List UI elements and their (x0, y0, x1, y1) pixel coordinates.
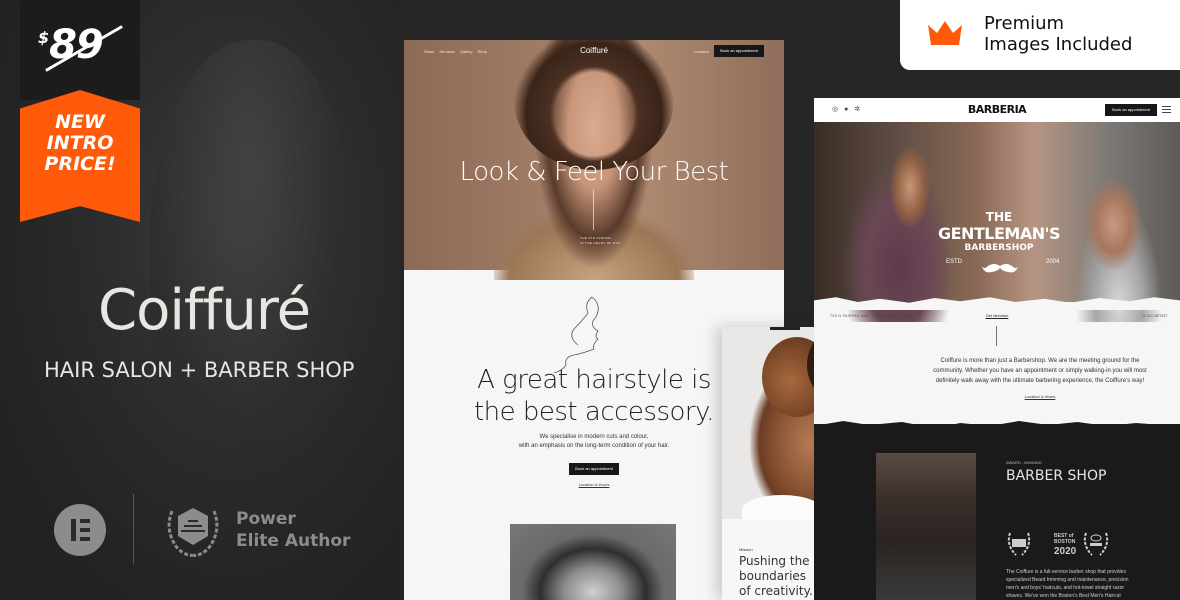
power-elite-author-label: Power Elite Author (236, 508, 350, 552)
description-line: shaves. We've won the Boston's Best Men'… (1006, 593, 1121, 599)
location-hours-link[interactable]: Location & Hours (890, 394, 1180, 399)
about-line: definitely walk away with the ultimate b… (935, 378, 1145, 384)
award-laurel-icon (1007, 532, 1031, 556)
caption-line: IN THE HEART OF NYC (580, 241, 621, 245)
bw-model-photo (510, 524, 676, 600)
elite-line: Elite Author (236, 531, 351, 551)
about-divider (996, 326, 997, 346)
barberia-nav: ◎●✲ BARBERIA Book an appointment (814, 98, 1180, 122)
price-currency: $ (38, 28, 50, 47)
premium-line: Premium (984, 13, 1065, 34)
logo-year: 2004 (1046, 259, 1060, 265)
best-of-boston-2020: BEST of BOSTON 2020 (1054, 533, 1077, 557)
brand-tagline: HAIR SALON + BARBER SHOP (44, 358, 355, 382)
award-title: BARBER SHOP (1006, 468, 1107, 484)
hero-caption: THE 5TH AVENUE IN THE HEART OF NYC (580, 236, 620, 246)
about-line: community. Whether you have an appointme… (933, 368, 1147, 374)
ribbon-line: NEW (55, 111, 105, 133)
mission-label: Mission (739, 547, 753, 552)
intro-price-label: NEW INTRO PRICE! (20, 112, 140, 175)
award-badges: BEST of BOSTON 2020 (1007, 532, 1109, 557)
power-elite-badge-icon (167, 508, 219, 557)
mustache-icon (982, 264, 1018, 273)
svg-text:2020: 2020 (1054, 546, 1077, 557)
get-direction-link[interactable]: Get direction (814, 313, 1180, 318)
book-appointment-button[interactable]: Book an appointment (569, 463, 619, 475)
crown-icon (928, 21, 962, 45)
elite-line: Power (236, 509, 296, 529)
award-description: The Coiffure is a full-service barber sh… (1006, 568, 1176, 600)
barbershop-exterior-photo (876, 453, 976, 600)
book-appointment-button[interactable]: Book an appointment (714, 45, 764, 57)
hero-title: Look & Feel Your Best (459, 157, 729, 187)
description-line: The Coiffure is a full-service barber sh… (1006, 569, 1126, 575)
brand-logo: Coiffuré (98, 278, 311, 343)
svg-text:BOSTON: BOSTON (1054, 539, 1076, 545)
barberia-page-preview: THE GENTLEMAN'S BARBERSHOP ESTD 2004 ◎●✲… (814, 98, 1180, 600)
card-top-bar (770, 327, 800, 330)
model-dress (742, 495, 822, 519)
about-line: Coiffure is more than just a Barbershop.… (940, 358, 1140, 364)
book-appointment-button[interactable]: Book an appointment (1105, 104, 1157, 116)
logo-estd: ESTD (946, 259, 963, 265)
elementor-icon (54, 504, 106, 556)
description-line: specialized Beard trimming and maintenan… (1006, 577, 1129, 583)
ribbon-line: INTRO (46, 132, 114, 154)
logo-the: THE (985, 210, 1013, 224)
nav-link-location[interactable]: Location (694, 49, 709, 54)
barbershop-hero-photo: THE GENTLEMAN'S BARBERSHOP ESTD 2004 (814, 122, 1180, 322)
premium-line: Images Included (984, 34, 1133, 55)
salon-nav: Salon Services Gallery Shop Coiffuré Loc… (404, 40, 784, 64)
logo-sub: BARBERSHOP (964, 243, 1034, 253)
premium-images-badge: Premium Images Included (900, 0, 1180, 70)
hamburger-menu-icon[interactable] (1162, 106, 1171, 113)
old-price: $89 (38, 22, 104, 68)
face-line-art-icon (553, 296, 599, 374)
hero-divider (593, 190, 594, 230)
award-eyebrow: AWARD - WINNING (1006, 460, 1042, 465)
award-laurel-icon (1083, 532, 1109, 556)
price-badge: $89 NEW INTRO PRICE! (20, 0, 140, 222)
gentlemans-barbershop-logo: THE GENTLEMAN'S BARBERSHOP (934, 210, 1064, 253)
badge-divider (133, 494, 134, 564)
logo-name: GENTLEMAN'S (937, 224, 1061, 243)
description-line: men's and boys' haircuts, and hot-towel … (1006, 585, 1125, 591)
salon-hero: Salon Services Gallery Shop Coiffuré Loc… (404, 40, 784, 280)
about-paragraph: Coiffure is more than just a Barbershop.… (890, 356, 1180, 386)
ribbon-line: PRICE! (44, 153, 116, 175)
phone-text: +1 210 3877537 (1142, 314, 1168, 318)
